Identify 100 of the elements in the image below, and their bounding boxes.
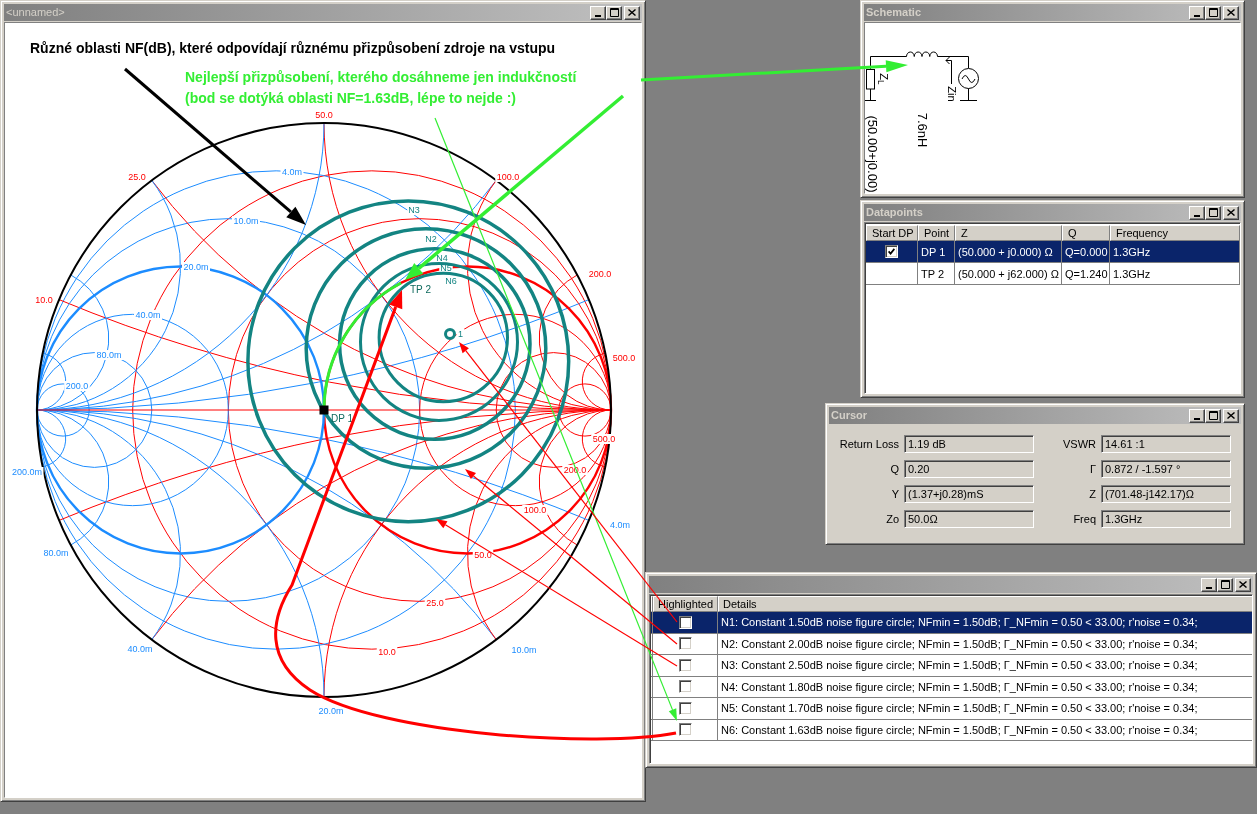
readout-field: 0.872 / -1.597 ° — [1101, 460, 1231, 478]
conductance-label: 80.0m — [96, 350, 122, 361]
reactance-label: 100.0 — [496, 172, 520, 183]
minimize-icon — [595, 14, 601, 17]
susceptance-label: 200.0m — [12, 467, 42, 478]
column-header[interactable]: Frequency — [1110, 225, 1240, 241]
window-title: Cursor — [831, 409, 868, 422]
window-title: Schematic — [866, 6, 922, 19]
table-cell: (50.000 + j0.000) Ω — [955, 241, 1062, 263]
table-row[interactable]: TP 2 (50.000 + j62.000) Ω Q=1.240 1.3GHz — [866, 263, 1240, 285]
window-title: <unnamed> — [6, 6, 65, 19]
column-header[interactable]: Start DP — [866, 225, 918, 241]
close-button[interactable] — [1223, 5, 1239, 20]
maximize-button[interactable] — [606, 5, 622, 20]
conductance-label: 4.0m — [282, 167, 302, 178]
reactance-label: 25.0 — [128, 172, 146, 183]
port-arrow — [945, 56, 952, 85]
checkbox[interactable] — [678, 701, 692, 715]
minimize-icon — [1194, 14, 1200, 17]
checkbox[interactable] — [885, 245, 898, 258]
field-label: Γ — [1089, 463, 1096, 475]
conductance-label: 10.0m — [233, 216, 259, 227]
close-button[interactable] — [624, 5, 640, 20]
readout-field: 1.19 dB — [904, 435, 1034, 453]
point-marker — [319, 405, 329, 415]
field-label: Q — [890, 463, 899, 475]
maximize-button[interactable] — [1205, 205, 1221, 220]
minimize-button[interactable] — [1189, 205, 1205, 220]
maximize-button[interactable] — [1205, 408, 1221, 423]
table-row[interactable]: DP 1 (50.000 + j0.000) Ω Q=0.000 1.3GHz — [866, 241, 1240, 263]
conductance-label: 200.0 — [65, 381, 89, 392]
resistance-label: 100.0 — [523, 505, 547, 516]
resistor-symbol — [866, 69, 875, 90]
readout-field: 50.0Ω — [904, 510, 1034, 528]
window-title: Datapoints — [866, 206, 923, 219]
field-label: Zo — [886, 513, 899, 525]
close-button[interactable] — [1223, 408, 1239, 423]
minimize-icon — [1194, 214, 1200, 217]
close-icon — [1227, 9, 1235, 16]
checkbox[interactable] — [678, 615, 692, 629]
resistance-label: 25.0 — [426, 598, 444, 609]
maximize-button[interactable] — [1205, 5, 1221, 20]
resistance-label: 10.0 — [378, 647, 396, 658]
field-label: Freq — [1073, 513, 1096, 525]
close-button[interactable] — [1235, 577, 1251, 592]
resistance-label: 500.0 — [592, 434, 616, 445]
column-header[interactable]: Point — [918, 225, 955, 241]
minimize-icon — [1194, 417, 1200, 420]
maximize-icon — [609, 8, 619, 17]
minimize-button[interactable] — [590, 5, 606, 20]
minimize-icon — [1206, 586, 1212, 589]
maximize-icon — [1220, 580, 1230, 589]
component-label: Zin — [945, 86, 956, 102]
close-button[interactable] — [1223, 205, 1239, 220]
column-header[interactable]: Z — [955, 225, 1062, 241]
field-label: Y — [891, 488, 899, 500]
circle-label: N4 — [436, 253, 448, 264]
maximize-icon — [1208, 208, 1218, 217]
circle-label: N3 — [408, 205, 420, 216]
field-label: VSWR — [1063, 438, 1096, 450]
readout-field: (701.48-j142.17)Ω — [1101, 485, 1231, 503]
conductance-label: 20.0m — [183, 262, 209, 273]
checkbox[interactable] — [678, 637, 692, 651]
point-label: DP 1 — [331, 412, 354, 424]
reactance-label: 500.0 — [612, 353, 636, 364]
reactance-label: 50.0 — [315, 110, 333, 121]
readout-field: 14.61 :1 — [1101, 435, 1231, 453]
inductor-symbol — [906, 51, 938, 57]
point-label: TP 2 — [410, 283, 431, 295]
column-header[interactable]: Q — [1062, 225, 1110, 241]
susceptance-label: 10.0m — [511, 645, 537, 656]
susceptance-label: 20.0m — [318, 706, 344, 717]
readout-field: (1.37+j0.28)mS — [904, 485, 1034, 503]
ac-source-symbol — [958, 68, 979, 89]
annotation-text: Různé oblasti NF(dB), které odpovídají různému přizpůsobení zdroje na vstupu — [30, 39, 556, 57]
close-icon — [628, 9, 636, 16]
conductance-label: 40.0m — [135, 310, 161, 321]
component-value: (50.00+j0.00) — [865, 115, 879, 193]
column-header[interactable]: Details — [718, 596, 1252, 612]
susceptance-label: 80.0m — [43, 548, 69, 559]
susceptance-label: 40.0m — [127, 644, 153, 655]
circle-label: N6 — [445, 276, 457, 287]
checkbox[interactable] — [678, 680, 692, 694]
resistance-label: 50.0 — [474, 550, 492, 561]
checkbox[interactable] — [678, 723, 692, 737]
table-cell: 1.3GHz — [1110, 241, 1240, 263]
checkbox[interactable] — [678, 658, 692, 672]
component-value: 7.6nH — [915, 112, 929, 148]
close-icon — [1227, 412, 1235, 419]
reactance-label: 200.0 — [588, 269, 612, 280]
table-cell: Q=1.240 — [1062, 263, 1110, 285]
minimize-button[interactable] — [1201, 577, 1217, 592]
minimize-button[interactable] — [1189, 5, 1205, 20]
table-cell: Q=0.000 — [1062, 241, 1110, 263]
circle-label: N5 — [440, 263, 452, 274]
circle-label: N2 — [425, 234, 437, 245]
readout-field: 1.3GHz — [1101, 510, 1231, 528]
maximize-icon — [1208, 411, 1218, 420]
minimize-button[interactable] — [1189, 408, 1205, 423]
maximize-button[interactable] — [1217, 577, 1233, 592]
